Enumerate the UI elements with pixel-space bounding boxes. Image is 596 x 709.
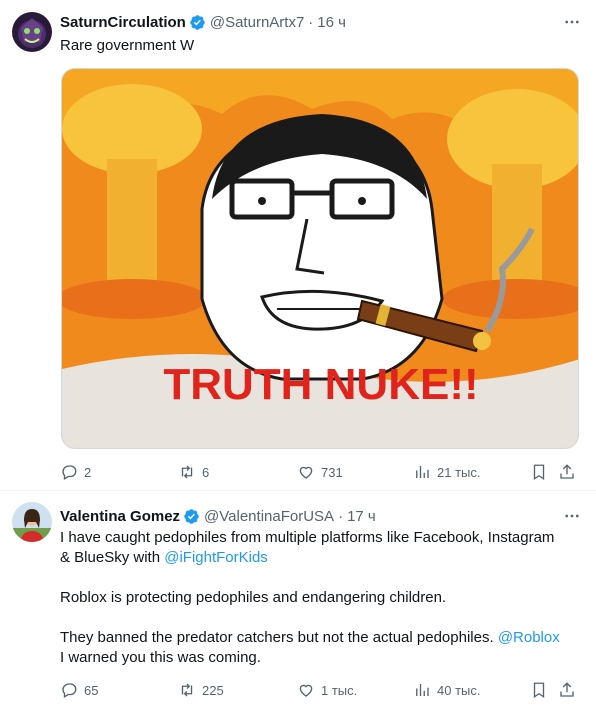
mention-link[interactable]: @Roblox	[498, 629, 560, 646]
bookmark-button[interactable]	[530, 462, 548, 482]
like-count: 731	[321, 464, 343, 480]
text-line: I have caught pedophiles from multiple p…	[60, 529, 555, 546]
reply-icon	[62, 683, 77, 698]
bookmark-icon	[533, 464, 545, 481]
retweet-button[interactable]: 225	[178, 680, 224, 700]
reply-button[interactable]: 2	[60, 462, 91, 482]
views-button[interactable]: 21 тыс.	[413, 462, 480, 482]
retweet-icon	[181, 465, 193, 479]
avatar[interactable]	[12, 12, 52, 52]
avatar[interactable]	[12, 502, 52, 542]
separator-dot: ·	[308, 13, 314, 31]
tweet-saturncirculation[interactable]: SaturnCirculation @SaturnArtx7 · 16 ч Ra…	[0, 0, 596, 491]
like-count: 1 тыс.	[321, 682, 358, 698]
separator-dot: ·	[338, 507, 344, 525]
retweet-count: 225	[202, 682, 224, 698]
text-fragment: They banned the predator catchers but no…	[60, 629, 498, 646]
heart-icon	[299, 684, 313, 697]
share-button[interactable]	[558, 462, 576, 482]
display-name[interactable]: Valentina Gomez	[60, 508, 180, 525]
tweet-text: I have caught pedophiles from multiple p…	[60, 528, 582, 668]
tweet-image[interactable]: TRUTH NUKE!!	[61, 68, 579, 449]
reply-icon	[62, 465, 77, 480]
action-bar: 65 225 1 тыс. 40 тыс.	[60, 680, 578, 700]
action-bar: 2 6 731 21 тыс.	[60, 462, 578, 482]
views-chart-icon	[416, 684, 429, 696]
more-options-icon[interactable]	[562, 12, 582, 32]
timestamp[interactable]: 16 ч	[317, 14, 346, 31]
text-line: They banned the predator catchers but no…	[60, 628, 582, 648]
text-line: Roblox is protecting pedophiles and enda…	[60, 589, 447, 606]
tweet-header: SaturnCirculation @SaturnArtx7 · 16 ч	[60, 12, 582, 32]
views-chart-icon	[416, 466, 429, 478]
user-handle[interactable]: @ValentinaForUSA	[204, 508, 334, 525]
bookmark-button[interactable]	[530, 680, 548, 700]
text-line: & BlueSky with @iFightForKids	[60, 548, 582, 568]
tweet-text: Rare government W	[60, 37, 195, 54]
verified-badge-icon	[183, 508, 200, 525]
like-button[interactable]: 731	[297, 462, 343, 482]
share-icon	[560, 682, 574, 697]
text-line: I warned you this was coming.	[60, 649, 261, 666]
retweet-button[interactable]: 6	[178, 462, 209, 482]
views-button[interactable]: 40 тыс.	[413, 680, 480, 700]
share-button[interactable]	[558, 680, 576, 700]
reply-button[interactable]: 65	[60, 680, 98, 700]
tweet-valentinagomez[interactable]: Valentina Gomez @ValentinaForUSA · 17 ч …	[0, 492, 596, 709]
mention-link[interactable]: @iFightForKids	[164, 549, 268, 566]
verified-badge-icon	[189, 14, 206, 31]
meme-caption-text: TRUTH NUKE!!	[163, 360, 478, 409]
reply-count: 65	[84, 682, 99, 698]
user-handle[interactable]: @SaturnArtx7	[210, 14, 304, 31]
share-icon	[560, 464, 574, 479]
views-count: 21 тыс.	[437, 464, 481, 480]
more-options-icon[interactable]	[562, 506, 582, 526]
display-name[interactable]: SaturnCirculation	[60, 14, 186, 31]
text-fragment: & BlueSky with	[60, 549, 165, 566]
like-button[interactable]: 1 тыс.	[297, 680, 357, 700]
bookmark-icon	[533, 682, 545, 699]
tweet-header: Valentina Gomez @ValentinaForUSA · 17 ч	[60, 506, 582, 526]
heart-icon	[299, 466, 313, 479]
timestamp[interactable]: 17 ч	[347, 508, 376, 525]
retweet-count: 6	[202, 464, 210, 480]
retweet-icon	[181, 683, 193, 697]
views-count: 40 тыс.	[437, 682, 481, 698]
reply-count: 2	[84, 464, 92, 480]
